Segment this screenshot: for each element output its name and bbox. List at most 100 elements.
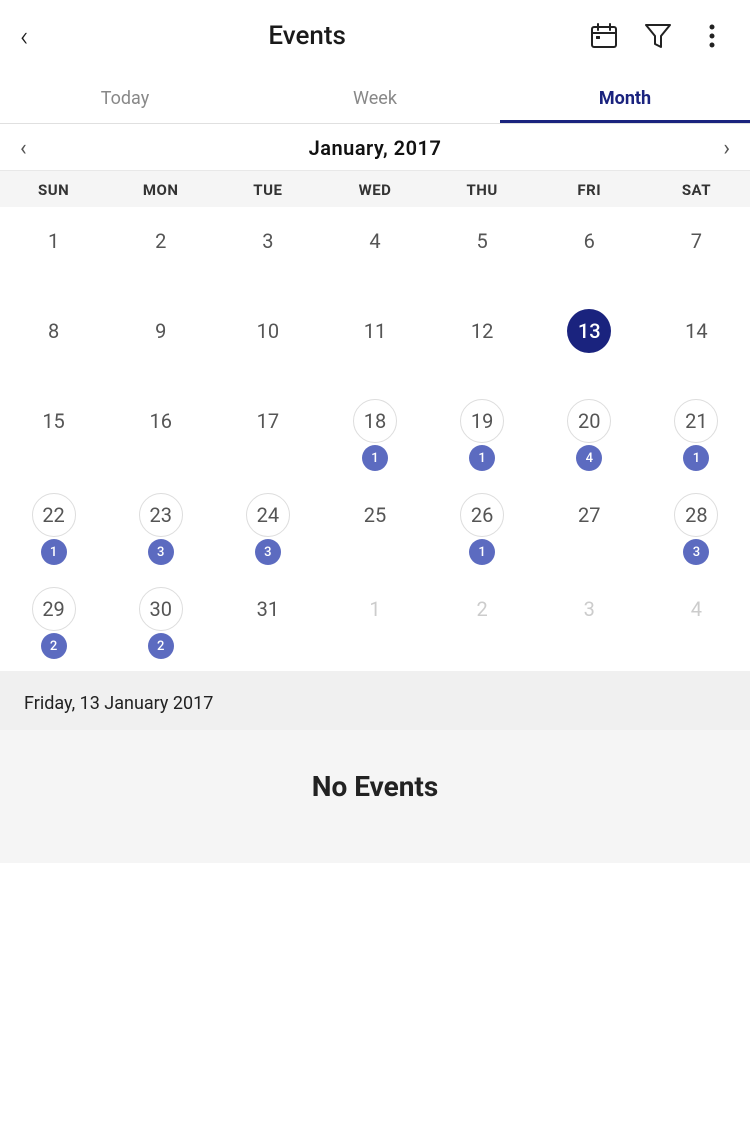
calendar-cell[interactable]: 3 bbox=[536, 575, 643, 669]
calendar-cell[interactable]: 31 bbox=[214, 575, 321, 669]
more-icon-button[interactable] bbox=[694, 18, 730, 54]
day-number: 30 bbox=[139, 587, 183, 631]
event-badge: 4 bbox=[576, 445, 602, 471]
day-number: 17 bbox=[246, 399, 290, 443]
calendar-cell[interactable]: 2 bbox=[107, 207, 214, 297]
day-number: 29 bbox=[32, 587, 76, 631]
calendar-cell[interactable]: 17 bbox=[214, 387, 321, 481]
calendar-cell[interactable]: 3 bbox=[214, 207, 321, 297]
event-badge: 2 bbox=[148, 633, 174, 659]
event-badge: 1 bbox=[469, 445, 495, 471]
day-number: 21 bbox=[674, 399, 718, 443]
day-number: 24 bbox=[246, 493, 290, 537]
day-number: 14 bbox=[674, 309, 718, 353]
header-icons bbox=[586, 18, 730, 54]
calendar-cell[interactable]: 15 bbox=[0, 387, 107, 481]
month-navigation: ‹ January, 2017 › bbox=[0, 124, 750, 171]
calendar-cell[interactable]: 211 bbox=[643, 387, 750, 481]
page-title: Events bbox=[28, 21, 586, 51]
calendar-cell[interactable]: 25 bbox=[321, 481, 428, 575]
calendar-cell[interactable]: 13 bbox=[536, 297, 643, 387]
tab-week[interactable]: Week bbox=[250, 72, 500, 123]
day-number: 2 bbox=[139, 219, 183, 263]
header: ‹ Events bbox=[0, 0, 750, 72]
day-number: 1 bbox=[32, 219, 76, 263]
calendar-cell[interactable]: 2 bbox=[429, 575, 536, 669]
calendar-icon bbox=[590, 22, 618, 50]
calendar-cell[interactable]: 204 bbox=[536, 387, 643, 481]
day-header-wed: WED bbox=[321, 181, 428, 199]
calendar-cell[interactable]: 10 bbox=[214, 297, 321, 387]
day-header-tue: TUE bbox=[214, 181, 321, 199]
day-number: 22 bbox=[32, 493, 76, 537]
calendar-cell[interactable]: 8 bbox=[0, 297, 107, 387]
day-number: 2 bbox=[460, 587, 504, 631]
calendar-cell[interactable]: 12 bbox=[429, 297, 536, 387]
day-number: 13 bbox=[567, 309, 611, 353]
back-button[interactable]: ‹ bbox=[20, 20, 28, 53]
day-number: 25 bbox=[353, 493, 397, 537]
day-number: 26 bbox=[460, 493, 504, 537]
prev-month-button[interactable]: ‹ bbox=[0, 136, 47, 161]
calendar-cell[interactable]: 1 bbox=[321, 575, 428, 669]
day-header-thu: THU bbox=[429, 181, 536, 199]
calendar-cell[interactable]: 16 bbox=[107, 387, 214, 481]
event-badge: 1 bbox=[362, 445, 388, 471]
calendar-icon-button[interactable] bbox=[586, 18, 622, 54]
calendar-cell[interactable]: 1 bbox=[0, 207, 107, 297]
tabs-bar: Today Week Month bbox=[0, 72, 750, 124]
filter-icon-button[interactable] bbox=[640, 18, 676, 54]
calendar-cell[interactable]: 4 bbox=[321, 207, 428, 297]
day-number: 10 bbox=[246, 309, 290, 353]
calendar-cell[interactable]: 221 bbox=[0, 481, 107, 575]
calendar-cell[interactable]: 4 bbox=[643, 575, 750, 669]
day-number: 27 bbox=[567, 493, 611, 537]
next-month-button[interactable]: › bbox=[703, 136, 750, 161]
event-badge: 1 bbox=[683, 445, 709, 471]
calendar-cell[interactable]: 233 bbox=[107, 481, 214, 575]
day-number: 23 bbox=[139, 493, 183, 537]
calendar-cell[interactable]: 27 bbox=[536, 481, 643, 575]
event-badge: 3 bbox=[683, 539, 709, 565]
tab-today[interactable]: Today bbox=[0, 72, 250, 123]
day-number: 8 bbox=[32, 309, 76, 353]
day-number: 4 bbox=[353, 219, 397, 263]
calendar-cell[interactable]: 261 bbox=[429, 481, 536, 575]
day-header-sun: SUN bbox=[0, 181, 107, 199]
tab-month[interactable]: Month bbox=[500, 72, 750, 123]
calendar-cell[interactable]: 5 bbox=[429, 207, 536, 297]
event-badge: 1 bbox=[469, 539, 495, 565]
calendar-cell[interactable]: 7 bbox=[643, 207, 750, 297]
calendar-cell[interactable]: 302 bbox=[107, 575, 214, 669]
no-events-section: No Events bbox=[0, 730, 750, 863]
day-number: 3 bbox=[567, 587, 611, 631]
day-number: 12 bbox=[460, 309, 504, 353]
day-header-fri: FRI bbox=[536, 181, 643, 199]
calendar-cell[interactable]: 6 bbox=[536, 207, 643, 297]
day-number: 3 bbox=[246, 219, 290, 263]
calendar-cell[interactable]: 191 bbox=[429, 387, 536, 481]
day-header-mon: MON bbox=[107, 181, 214, 199]
event-badge: 1 bbox=[41, 539, 67, 565]
calendar-cell[interactable]: 283 bbox=[643, 481, 750, 575]
calendar-cell[interactable]: 292 bbox=[0, 575, 107, 669]
calendar-cell[interactable]: 11 bbox=[321, 297, 428, 387]
day-number: 16 bbox=[139, 399, 183, 443]
more-icon bbox=[708, 22, 716, 50]
month-year-label: January, 2017 bbox=[309, 136, 442, 160]
calendar-cell[interactable]: 181 bbox=[321, 387, 428, 481]
day-header-sat: SAT bbox=[643, 181, 750, 199]
calendar-cell[interactable]: 243 bbox=[214, 481, 321, 575]
day-number: 5 bbox=[460, 219, 504, 263]
calendar-cell[interactable]: 9 bbox=[107, 297, 214, 387]
header-left: ‹ bbox=[20, 20, 28, 53]
day-headers: SUNMONTUEWEDTHUFRISAT bbox=[0, 171, 750, 207]
day-number: 20 bbox=[567, 399, 611, 443]
event-badge: 3 bbox=[255, 539, 281, 565]
day-number: 18 bbox=[353, 399, 397, 443]
day-number: 11 bbox=[353, 309, 397, 353]
calendar-cell[interactable]: 14 bbox=[643, 297, 750, 387]
day-number: 7 bbox=[674, 219, 718, 263]
day-number: 9 bbox=[139, 309, 183, 353]
selected-date-label: Friday, 13 January 2017 bbox=[24, 693, 213, 714]
